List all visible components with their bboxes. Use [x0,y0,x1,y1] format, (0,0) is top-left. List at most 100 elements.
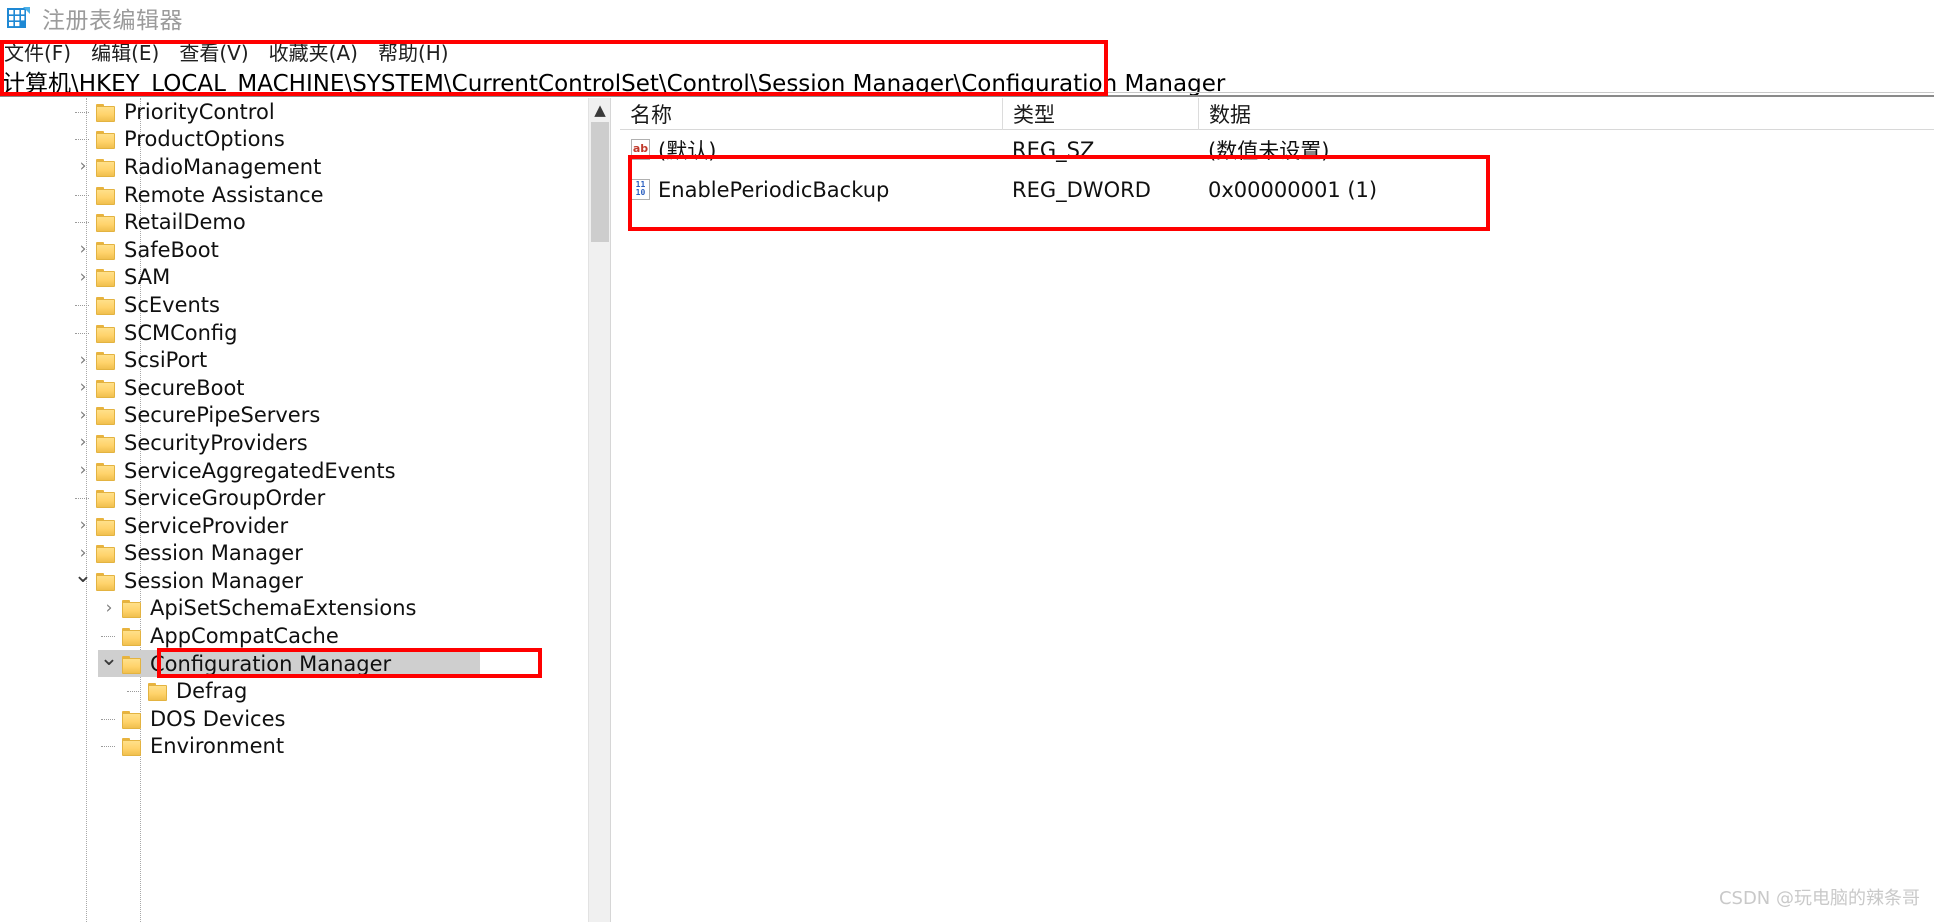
menu-favorites[interactable]: 收藏夹(A) [269,37,358,66]
chevron-down-icon[interactable]: ⌄ [72,564,94,587]
folder-icon [94,351,116,371]
registry-tree-list[interactable]: PriorityControl ProductOptions › RadioManag… [0,98,588,760]
tree-item-sam[interactable]: › SAM [0,264,588,292]
tree-item-apisetschemaextensions[interactable]: › ApiSetSchemaExtensions [0,595,588,623]
chevron-right-icon[interactable]: › [98,599,120,617]
folder-icon [94,517,116,536]
tree-item-retaildemo[interactable]: RetailDemo [0,208,588,236]
scrollbar-thumb[interactable] [591,122,609,242]
string-value-icon-glyph: ab [632,142,649,155]
folder-icon [94,379,116,398]
menu-bar: 文件(F) 编辑(E) 查看(V) 收藏夹(A) 帮助(H) [0,37,1934,66]
chevron-right-icon[interactable]: › [72,406,94,424]
chevron-right-icon[interactable]: › [72,434,94,451]
menu-edit[interactable]: 编辑(E) [91,37,159,66]
chevron-right-icon[interactable]: › [72,268,94,286]
tree-item-label: Remote Assistance [124,182,324,207]
tree-item-appcompatcache[interactable]: AppCompatCache [0,622,588,650]
tree-item-label: SecurePipeServers [124,403,321,428]
chevron-right-icon[interactable]: › [72,517,94,534]
chevron-right-icon[interactable]: › [72,462,94,479]
folder-icon [120,737,142,757]
value-data-cell: 0x00000001 (1) [1208,178,1378,202]
chevron-right-icon[interactable]: › [72,544,94,562]
tree-item-label: ScEvents [124,292,220,317]
folder-icon [94,213,116,233]
dword-glyph-bottom: 10 [635,188,646,197]
folder-icon [94,324,116,343]
chevron-right-icon[interactable]: › [72,158,94,175]
chevron-right-icon[interactable]: › [72,379,94,396]
tree-item-label: SecureBoot [124,375,245,400]
folder-icon [120,627,142,647]
chevron-up-icon[interactable]: ▲ [589,98,611,122]
column-type[interactable]: 类型 [1002,97,1198,130]
tree-item-label: Defrag [176,679,248,704]
tree-item-dos-devices[interactable]: DOS Devices [0,705,588,733]
window-title: 注册表编辑器 [42,8,183,34]
chevron-right-icon[interactable]: › [72,351,94,369]
tree-item-securityproviders[interactable]: › SecurityProviders [0,429,588,457]
value-name-label: (默认) [658,139,717,163]
value-name-label: EnablePeriodicBackup [658,178,890,202]
value-name-cell[interactable]: ab (默认) [620,130,1002,170]
tree-item-scsiport[interactable]: › ScsiPort [0,346,588,374]
tree-item-label: Session Manager [124,541,303,566]
column-name[interactable]: 名称 [620,98,1002,130]
tree-item-secureboot[interactable]: › SecureBoot [0,374,588,402]
dword-value-icon: 11 10 [630,178,652,202]
column-type-label: 类型 [1013,102,1055,127]
menu-file[interactable]: 文件(F) [4,37,71,66]
tree-item-label: ServiceProvider [124,513,289,538]
tree-item-label: ApiSetSchemaExtensions [150,596,417,621]
folder-icon [94,268,116,288]
string-value-icon: ab [630,138,652,162]
chevron-right-icon[interactable]: › [72,241,94,258]
tree-item-serviceaggregatedevents[interactable]: › ServiceAggregatedEvents [0,457,588,485]
tree-item-productoptions[interactable]: ProductOptions [0,126,588,154]
registry-tree-panel[interactable]: PriorityControl ProductOptions › RadioManag… [0,98,588,922]
tree-item-safeboot[interactable]: › SafeBoot [0,236,588,264]
chevron-down-icon[interactable]: ⌄ [98,647,120,670]
column-data-label: 数据 [1209,102,1251,127]
tree-item-securepipeservers[interactable]: › SecurePipeServers [0,402,588,430]
column-data[interactable]: 数据 [1198,97,1898,130]
menu-help[interactable]: 帮助(H) [378,37,449,66]
tree-item-session-manager[interactable]: ⌄ Session Manager [0,564,588,595]
pane-splitter[interactable] [610,98,620,922]
values-column-header: 名称 类型 数据 [620,97,1934,130]
folder-icon [94,544,116,564]
tree-vertical-scrollbar[interactable]: ▲ [588,98,610,922]
value-name-cell[interactable]: 11 10 EnablePeriodicBackup [620,170,1002,210]
folder-icon [120,655,142,674]
folder-icon [94,572,116,591]
table-row[interactable]: 11 10 EnablePeriodicBackup REG_DWORD 0x0… [620,170,1934,210]
tree-item-prioritycontrol[interactable]: PriorityControl [0,98,588,126]
tree-item-label: DOS Devices [150,706,286,731]
folder-icon [120,710,142,729]
folder-icon [94,186,116,205]
tree-item-scevents[interactable]: ScEvents [0,291,588,319]
folder-icon [146,682,168,702]
folder-icon [94,130,116,150]
tree-item-scmconfig[interactable]: SCMConfig [0,319,588,347]
registry-editor-window: 注册表编辑器 文件(F) 编辑(E) 查看(V) 收藏夹(A) 帮助(H) 计算… [0,0,1934,922]
menu-view[interactable]: 查看(V) [179,37,248,66]
registry-values-panel[interactable]: 名称 类型 数据 ab (默认) REG_SZ (数值未设置) 11 10 En… [620,97,1934,922]
tree-item-configuration-manager[interactable]: ⌄ Configuration Manager [0,647,588,678]
tree-item-radiomanagement[interactable]: › RadioManagement [0,153,588,181]
tree-item-label: Environment [150,734,285,759]
title-bar: 注册表编辑器 [0,0,1934,36]
tree-item-label: PriorityControl [124,99,275,124]
tree-item-environment[interactable]: Environment [0,733,588,761]
table-row[interactable]: ab (默认) REG_SZ (数值未设置) [620,130,1934,170]
folder-icon [94,103,116,122]
value-data-cell: (数值未设置) [1208,139,1330,163]
tree-item-defrag[interactable]: Defrag [0,677,588,705]
registry-editor-icon [6,5,32,31]
tree-item-label: SCMConfig [124,320,238,345]
tree-item-remote-assistance[interactable]: Remote Assistance [0,181,588,209]
tree-item-servicegrouporder[interactable]: ServiceGroupOrder [0,484,588,512]
tree-item-serviceprovider[interactable]: › ServiceProvider [0,512,588,540]
folder-icon [94,241,116,260]
